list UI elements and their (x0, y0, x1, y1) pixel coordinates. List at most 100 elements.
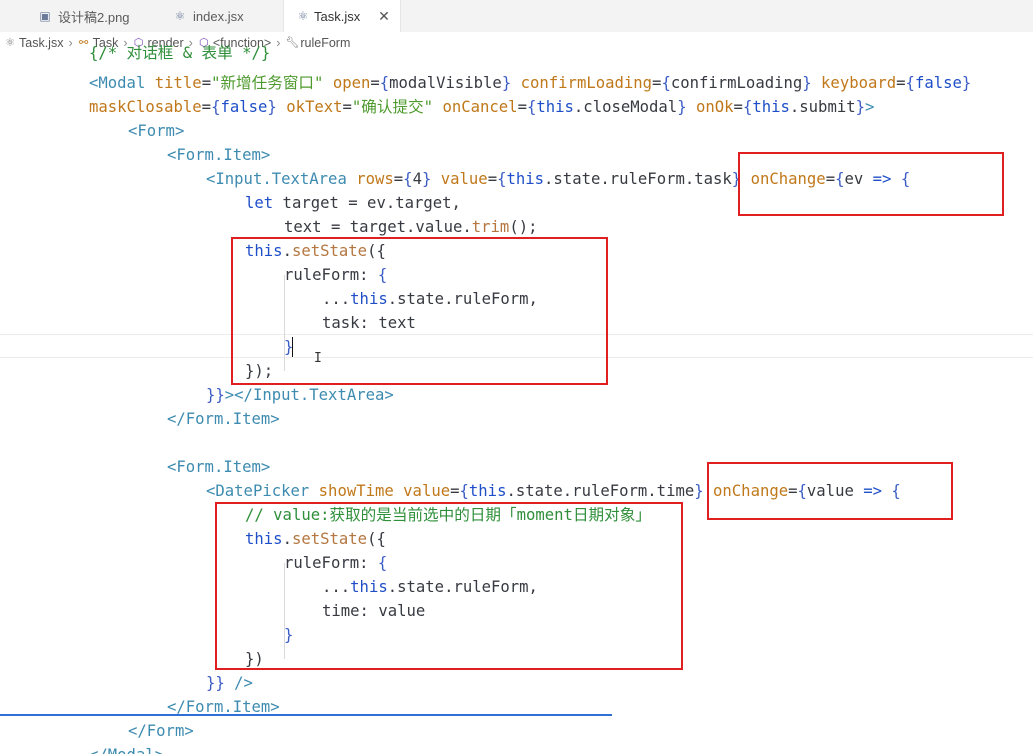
code-token: keyboard (821, 74, 897, 92)
code-line: <Modal title="新增任务窗口" open={modalVisible… (89, 71, 971, 95)
code-token: this (468, 482, 507, 500)
code-token: 4 (412, 170, 422, 188)
code-token: > (155, 746, 164, 754)
wrench-icon: 🔧︎ (285, 37, 300, 49)
code-line: </Form> (128, 719, 194, 743)
code-line: <Form.Item> (167, 143, 270, 167)
code-token: > (260, 146, 271, 164)
code-token: false (914, 74, 962, 92)
code-token: open (332, 74, 371, 92)
code-token: = (896, 74, 906, 92)
code-token: title (154, 74, 202, 92)
close-icon[interactable]: ✕ (376, 8, 392, 24)
code-token: { (742, 98, 753, 116)
breadcrumb-item-file[interactable]: ⚛ Task.jsx › (4, 36, 78, 50)
code-editor[interactable]: {/* 对话框 & 表单 */} <Modal title="新增任务窗口" o… (0, 44, 1033, 754)
code-token: "新增任务窗口" (211, 74, 324, 92)
highlight-box-onchange-textarea (738, 152, 1004, 216)
code-line: let target = ev.target, (245, 191, 461, 215)
code-line: </Form.Item> (167, 407, 280, 431)
chevron-right-icon: › (68, 36, 73, 50)
code-token: { (526, 98, 537, 116)
code-token: = (342, 98, 352, 116)
code-token: { (459, 482, 469, 500)
code-token: Input.TextArea (215, 170, 347, 188)
code-token: }} (206, 674, 225, 692)
code-token: "确认提交" (351, 98, 434, 116)
code-token: .state.ruleForm.task (544, 170, 732, 188)
code-token: modalVisible (389, 74, 502, 92)
code-token: confirmLoading (520, 74, 653, 92)
code-token: (); (509, 218, 538, 236)
tab-label: 设计稿2.png (58, 9, 130, 25)
code-token: < (167, 146, 177, 164)
code-line: }} /> (206, 671, 253, 695)
highlight-box-setstate-time (215, 502, 683, 670)
code-line: <Form.Item> (167, 455, 270, 479)
code-line: text = target.value.trim(); (284, 215, 538, 239)
code-token: value (440, 170, 488, 188)
code-token: Form.Item (185, 410, 271, 428)
highlight-box-onchange-datepicker (707, 462, 953, 520)
code-token: this (506, 170, 545, 188)
tab-task-jsx[interactable]: ⚛ Task.jsx ✕ (283, 0, 401, 32)
code-token: < (89, 74, 99, 92)
code-line: </Modal> (89, 743, 164, 754)
code-token: ></ (224, 386, 253, 404)
image-icon: ▣ (39, 9, 51, 23)
code-token: = (201, 74, 212, 92)
code-token: trim (471, 218, 510, 236)
breadcrumb-item-property[interactable]: 🔧︎ ruleForm (285, 36, 350, 50)
code-token: { (661, 74, 671, 92)
code-token: { (905, 74, 915, 92)
code-token: { (403, 170, 413, 188)
code-token: < (167, 458, 177, 476)
tab-index-jsx[interactable]: ⚛ index.jsx (155, 0, 283, 32)
code-token: Form (146, 722, 185, 740)
code-token: maskClosable (89, 98, 202, 116)
code-token: = (450, 482, 460, 500)
code-token: < (128, 122, 138, 140)
code-token: = (517, 98, 527, 116)
code-line: }}></Input.TextArea> (206, 383, 394, 407)
code-token: } (855, 98, 865, 116)
code-token: rows (356, 170, 394, 188)
react-icon: ⚛ (174, 9, 186, 23)
code-token: } (501, 74, 512, 92)
code-line: <Form> (128, 119, 184, 143)
code-token: Form.Item (176, 458, 261, 476)
code-token: .closeModal (573, 98, 678, 116)
code-token: > (384, 386, 394, 404)
code-token: = (393, 170, 404, 188)
code-token: { (379, 74, 390, 92)
code-token: > (184, 722, 194, 740)
code-token: .submit (789, 98, 856, 116)
code-token: target = ev.target, (273, 194, 461, 212)
editor-tab-bar: ▣ 设计稿2.png ⚛ index.jsx ⚛ Task.jsx ✕ (0, 0, 1033, 33)
code-token: </ (167, 410, 186, 428)
code-token: = (201, 98, 212, 116)
code-token: Input.TextArea (252, 386, 385, 404)
code-token: false (220, 98, 268, 116)
tab-label: Task.jsx (314, 8, 361, 24)
chevron-right-icon: › (276, 36, 281, 50)
code-token: .state.ruleForm.time (506, 482, 695, 500)
code-token: } (421, 170, 432, 188)
react-icon: ⚛ (297, 9, 309, 23)
code-token: < (206, 170, 216, 188)
code-token: </ (128, 722, 147, 740)
code-token: > (270, 410, 280, 428)
code-token: > (174, 122, 185, 140)
code-token: onOk (695, 98, 734, 116)
tab-design-image[interactable]: ▣ 设计稿2.png (0, 0, 155, 32)
code-token: Form.Item (176, 146, 261, 164)
code-token: = (370, 74, 380, 92)
class-icon: ⚯ (79, 37, 89, 49)
code-token: } (694, 482, 704, 500)
